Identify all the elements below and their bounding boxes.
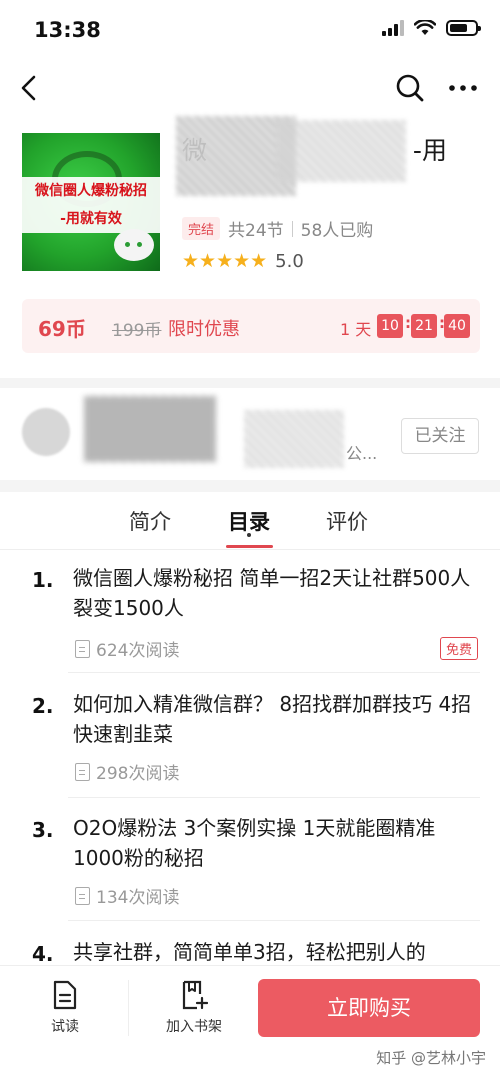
book-cover[interactable]: 微信圈人爆粉秘招 -用就有效	[22, 133, 160, 271]
chapter-reads: 298次阅读	[75, 759, 179, 784]
chapter-title: 微信圈人爆粉秘招 简单一招2天让社群500人裂变1500人	[73, 566, 471, 620]
buy-now-button[interactable]: 立即购买	[258, 979, 480, 1037]
status-tag: 完结	[182, 217, 221, 240]
status-icons	[382, 20, 481, 36]
tab-catalog[interactable]: 目录	[228, 506, 270, 536]
list-divider	[68, 672, 480, 673]
add-to-shelf-button[interactable]: 加入书架	[162, 980, 226, 1036]
tab-reviews[interactable]: 评价	[326, 506, 368, 536]
watermark: 知乎 @艺林小宇	[376, 1049, 486, 1067]
document-icon	[75, 762, 90, 781]
redacted-title-block-2	[276, 120, 406, 182]
book-title-end: -用	[412, 136, 447, 165]
rating: ★★★★★ 5.0	[182, 250, 304, 272]
original-price: 199币	[112, 321, 162, 341]
list-divider	[68, 920, 480, 921]
chapter-reads: 624次阅读	[75, 636, 179, 661]
tab-intro[interactable]: 简介	[129, 506, 171, 536]
bottom-divider	[128, 980, 129, 1036]
back-arrow-icon[interactable]	[14, 72, 44, 104]
tab-active-underline	[226, 545, 273, 548]
read-count: 624次阅读	[96, 641, 180, 661]
section-divider	[0, 378, 500, 388]
chapter-number: 1.	[32, 568, 54, 592]
chapter-reads: 134次阅读	[75, 883, 179, 908]
read-count: 134次阅读	[96, 888, 180, 908]
trial-read-icon	[53, 980, 77, 1010]
author-avatar[interactable]	[22, 408, 70, 456]
chapter-item[interactable]: 3. O2O爆粉法 3个案例实操 1天就能圈精准1000粉的秘招 134次阅读	[0, 813, 500, 923]
bottom-action-bar: 试读 加入书架 立即购买 知乎 @艺林小宇	[0, 965, 500, 1082]
rating-score: 5.0	[275, 250, 304, 272]
chapter-title: 共享社群，简简单单3招，轻松把别人的	[73, 940, 426, 964]
countdown-hours: 10	[377, 314, 403, 338]
status-time: 13:38	[34, 18, 101, 42]
cover-text-line1: 微信圈人爆粉秘招	[35, 183, 147, 199]
section-divider	[0, 480, 500, 492]
follow-button[interactable]: 已关注	[401, 418, 479, 454]
promo-label: 限时优惠	[168, 319, 240, 340]
trial-read-label: 试读	[51, 1019, 79, 1035]
document-icon	[75, 886, 90, 905]
battery-icon	[446, 20, 481, 36]
chapter-number: 3.	[32, 818, 54, 842]
chapter-item[interactable]: 4. 共享社群，简简单单3招，轻松把别人的	[0, 937, 500, 967]
meta-divider	[291, 220, 293, 237]
chapter-number: 4.	[32, 942, 54, 966]
chapter-title: 如何加入精准微信群？ 8招找群加群技巧 4招快速割韭菜	[73, 692, 472, 746]
wifi-icon	[414, 20, 436, 35]
chapter-number: 2.	[32, 694, 54, 718]
list-divider	[68, 797, 480, 798]
redacted-author-block-2	[244, 410, 344, 468]
search-icon[interactable]	[394, 72, 426, 104]
add-to-shelf-label: 加入书架	[166, 1019, 222, 1035]
wechat-small-bubble-icon	[114, 229, 154, 261]
chapter-item[interactable]: 2. 如何加入精准微信群？ 8招找群加群技巧 4招快速割韭菜 298次阅读	[0, 689, 500, 799]
document-icon	[75, 639, 90, 658]
chapter-item[interactable]: 1. 微信圈人爆粉秘招 简单一招2天让社群500人裂变1500人 624次阅读 …	[0, 563, 500, 673]
section-count: 共24节	[228, 221, 284, 241]
purchase-count: 58人已购	[300, 221, 374, 241]
countdown-seconds: 40	[444, 314, 470, 338]
signal-icon	[382, 20, 404, 36]
free-badge: 免费	[440, 637, 479, 660]
status-bar: 13:38	[0, 0, 500, 60]
add-to-shelf-icon	[182, 980, 208, 1010]
top-nav	[0, 60, 500, 116]
tab-indicator-dot	[247, 533, 251, 537]
book-meta: 完结 共24节 58人已购	[182, 216, 373, 241]
promo-bar: 69币 199币 限时优惠 1 天 10 : 21 : 40	[22, 299, 480, 353]
cover-text: 微信圈人爆粉秘招 -用就有效	[22, 177, 160, 233]
current-price: 69币	[38, 317, 86, 341]
chapter-title: O2O爆粉法 3个案例实操 1天就能圈精准1000粉的秘招	[73, 816, 436, 870]
more-options-icon[interactable]	[446, 72, 480, 104]
star-rating-icon: ★★★★★	[182, 250, 268, 272]
author-name[interactable]: 公...	[346, 440, 377, 464]
trial-read-button[interactable]: 试读	[46, 980, 84, 1036]
redacted-author-block	[84, 396, 216, 462]
read-count: 298次阅读	[96, 764, 180, 784]
tab-bar: 简介 目录 评价	[0, 492, 500, 550]
countdown-minutes: 21	[411, 314, 437, 338]
countdown-days: 1 天	[340, 320, 372, 339]
